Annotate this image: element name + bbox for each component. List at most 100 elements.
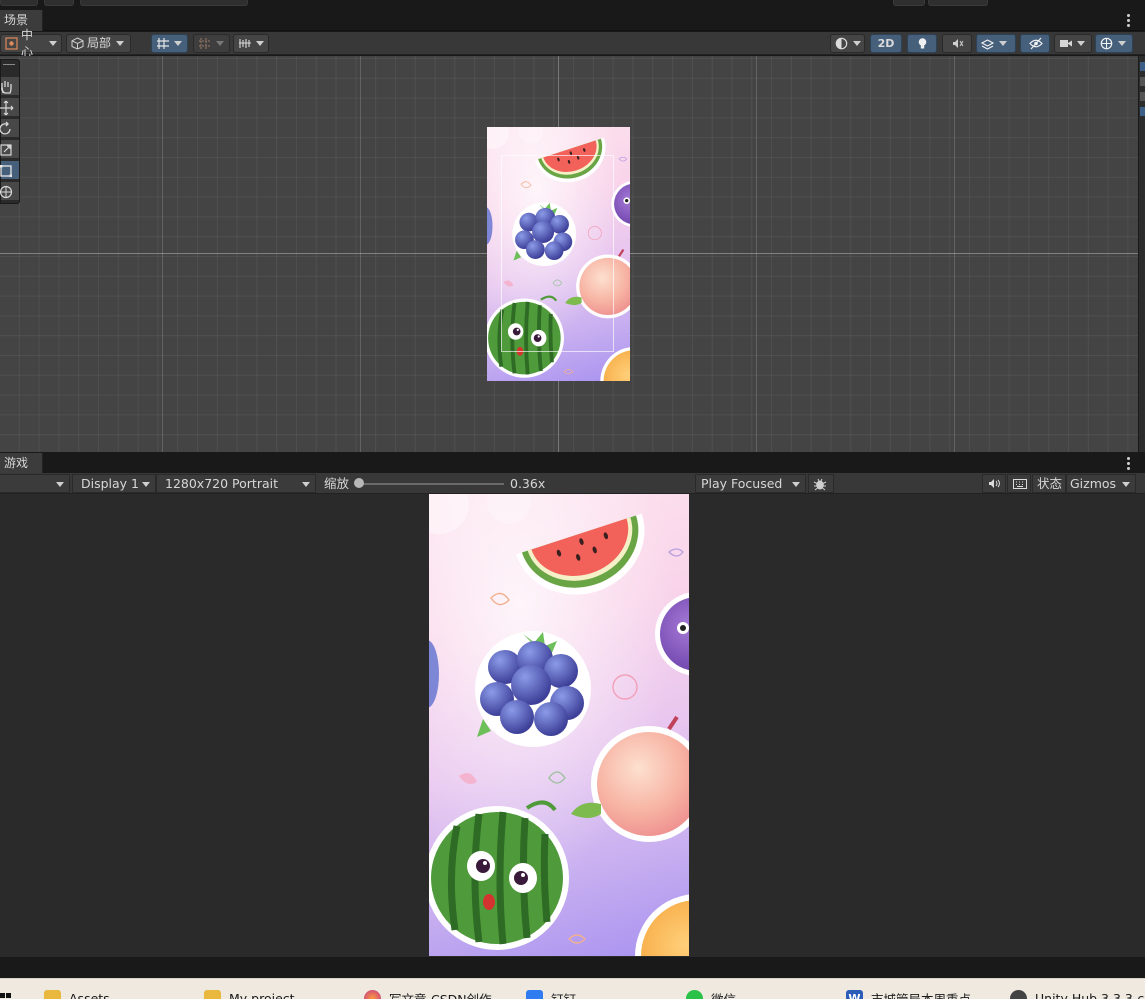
scene-panel-menu-icon[interactable] bbox=[1127, 14, 1131, 27]
rect-tool-button[interactable] bbox=[0, 161, 19, 180]
tab-game-label: 游戏 bbox=[4, 456, 29, 470]
local-space-cube-icon bbox=[71, 37, 84, 50]
grid-snapping-toggle[interactable] bbox=[151, 34, 188, 53]
ruler-grid-icon bbox=[238, 37, 251, 50]
effects-layers-icon bbox=[980, 37, 995, 50]
2d-mode-label: 2D bbox=[877, 37, 895, 50]
game-render-output bbox=[429, 494, 689, 956]
start-button[interactable] bbox=[0, 988, 12, 999]
game-panel-menu-icon[interactable] bbox=[1127, 457, 1131, 470]
display-dropdown[interactable]: Display 1 bbox=[72, 474, 156, 493]
play-mode-label: Play Focused bbox=[701, 476, 783, 491]
tab-scene-label: 场景 bbox=[4, 13, 29, 27]
taskbar-item-wechat[interactable]: 微信 bbox=[686, 988, 736, 999]
taskbar-item-dingtalk[interactable]: 钉钉 bbox=[526, 988, 576, 999]
scene-viewport[interactable] bbox=[0, 56, 1145, 452]
scale-slider-thumb[interactable] bbox=[354, 478, 364, 488]
wechat-icon bbox=[686, 989, 703, 999]
unity-editor: 场景 中心 局部 2D 游戏 Display 1 1280x720 Portra… bbox=[0, 0, 1145, 999]
scene-canvas-sprite[interactable] bbox=[487, 127, 630, 381]
keyboard-shortcuts-toggle[interactable] bbox=[1007, 474, 1031, 493]
folder-icon bbox=[44, 989, 61, 999]
scene-audio-toggle[interactable] bbox=[942, 34, 972, 53]
scene-visibility-toggle[interactable] bbox=[1020, 34, 1050, 53]
unity-icon bbox=[1010, 989, 1027, 999]
shading-sphere-icon bbox=[835, 37, 848, 50]
draw-mode-dropdown[interactable] bbox=[830, 34, 865, 53]
scene-effects-dropdown[interactable] bbox=[976, 34, 1016, 53]
rect-transform-icon bbox=[0, 165, 12, 177]
move-arrows-icon bbox=[0, 100, 14, 116]
taskbar-item-assets[interactable]: Assets bbox=[44, 988, 110, 999]
grid-snap-icon bbox=[156, 37, 169, 50]
camera-frame-gizmo bbox=[501, 155, 614, 352]
stats-toggle[interactable]: 状态 bbox=[1032, 474, 1066, 493]
scale-value: 0.36x bbox=[510, 476, 546, 491]
game-viewport[interactable] bbox=[0, 494, 1145, 957]
taskbar-item-label: Assets bbox=[69, 990, 110, 999]
space-mode-label: 局部 bbox=[87, 36, 112, 50]
snap-increment-icon bbox=[198, 37, 211, 50]
frame-debugger-button[interactable] bbox=[808, 474, 834, 493]
windows-logo-icon bbox=[0, 993, 11, 998]
taskbar-item-label: 钉钉 bbox=[551, 991, 577, 999]
taskbar-item-label: 写文章-CSDN创作 bbox=[389, 991, 492, 999]
taskbar-item-browser[interactable]: 写文章-CSDN创作 bbox=[364, 988, 492, 999]
scene-lighting-toggle[interactable] bbox=[907, 34, 937, 53]
gizmos-dropdown[interactable]: Gizmos bbox=[1066, 474, 1136, 493]
scene-tabbar: 场景 bbox=[0, 10, 1145, 31]
gizmos-toggle[interactable] bbox=[1095, 34, 1133, 53]
word-icon: W bbox=[846, 989, 863, 999]
2d-mode-toggle[interactable]: 2D bbox=[870, 34, 902, 53]
gizmos-label: Gizmos bbox=[1070, 476, 1117, 491]
keyboard-icon bbox=[1013, 479, 1027, 489]
browser-icon bbox=[364, 989, 381, 999]
speaker-icon bbox=[989, 479, 1000, 488]
taskbar-item-label: My project bbox=[229, 990, 295, 999]
hand-icon bbox=[1, 81, 12, 94]
space-mode-dropdown[interactable]: 局部 bbox=[66, 34, 131, 53]
resolution-dropdown[interactable]: 1280x720 Portrait bbox=[156, 474, 316, 493]
scale-icon bbox=[0, 144, 12, 156]
move-tool-button[interactable] bbox=[0, 98, 19, 117]
display-label: Display 1 bbox=[81, 476, 140, 491]
transform-tool-button[interactable] bbox=[0, 182, 19, 201]
gizmo-globe-icon bbox=[1100, 37, 1113, 50]
folder-icon bbox=[204, 989, 221, 999]
taskbar-item-unity-hub[interactable]: Unity Hub 3.3.3-c bbox=[1010, 988, 1144, 999]
top-window-strip bbox=[0, 0, 1145, 10]
game-audio-toggle[interactable] bbox=[982, 474, 1006, 493]
rotate-tool-button[interactable] bbox=[0, 119, 19, 138]
scale-tool-button[interactable] bbox=[0, 140, 19, 159]
resolution-label: 1280x720 Portrait bbox=[165, 476, 278, 491]
game-tabbar: 游戏 bbox=[0, 453, 1145, 474]
grid-visibility-dropdown[interactable] bbox=[233, 34, 269, 53]
scale-slider-track[interactable] bbox=[358, 483, 504, 485]
taskbar-item-label: Unity Hub 3.3.3-c bbox=[1035, 990, 1145, 999]
tab-game[interactable]: 游戏 bbox=[0, 453, 44, 474]
taskbar-item-word[interactable]: W 市城管局本周重点 bbox=[846, 988, 971, 999]
hand-tool-button[interactable] bbox=[1, 77, 19, 96]
lightbulb-icon bbox=[916, 37, 929, 50]
incremental-snap-dropdown[interactable] bbox=[193, 34, 230, 53]
pivot-center-icon bbox=[5, 37, 18, 50]
taskbar-item-my-project[interactable]: My project bbox=[204, 988, 295, 999]
dingtalk-icon bbox=[526, 989, 543, 999]
scene-tool-palette bbox=[0, 59, 20, 204]
game-view-type-dropdown[interactable] bbox=[0, 474, 70, 493]
scale-label: 缩放 bbox=[324, 476, 350, 491]
scene-right-overlay-edge bbox=[1138, 56, 1145, 452]
pivot-mode-dropdown[interactable]: 中心 bbox=[0, 28, 62, 59]
game-toolbar: Display 1 1280x720 Portrait 缩放 0.36x Pla… bbox=[0, 473, 1145, 494]
windows-taskbar: Assets My project 写文章-CSDN创作 钉钉 微信 W 市城管… bbox=[0, 978, 1145, 999]
scene-camera-dropdown[interactable] bbox=[1054, 34, 1092, 53]
camera-icon bbox=[1059, 37, 1072, 50]
transform-combo-icon bbox=[0, 185, 13, 199]
taskbar-item-label: 市城管局本周重点 bbox=[871, 991, 972, 999]
hidden-eye-icon bbox=[1028, 37, 1043, 50]
play-mode-dropdown[interactable]: Play Focused bbox=[695, 474, 806, 493]
bug-icon bbox=[813, 478, 827, 491]
rotate-icon bbox=[0, 121, 11, 135]
taskbar-item-label: 微信 bbox=[711, 991, 737, 999]
audio-mute-icon bbox=[951, 37, 964, 50]
